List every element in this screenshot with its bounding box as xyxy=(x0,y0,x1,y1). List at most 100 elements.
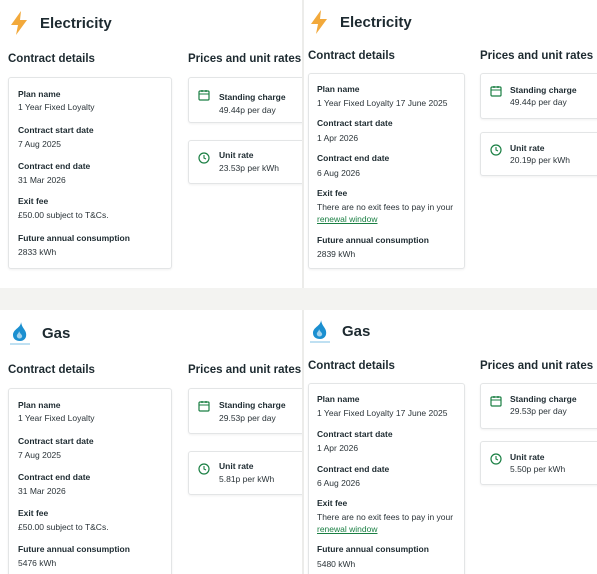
exit-fee-label: Exit fee xyxy=(18,508,49,518)
contract-end-label: Contract end date xyxy=(18,472,91,482)
standing-charge-card: Standing charge 29.53p per day xyxy=(480,383,597,429)
contract-end-label: Contract end date xyxy=(317,464,390,474)
contract-start-label: Contract start date xyxy=(18,436,94,446)
contract-end-value: 6 Aug 2026 xyxy=(317,478,361,488)
section-title: Electricity xyxy=(340,13,412,31)
contract-start-label: Contract start date xyxy=(317,429,393,439)
section-title: Gas xyxy=(42,324,71,342)
plan-name-value: 1 Year Fixed Loyalty 17 June 2025 xyxy=(317,408,448,418)
prices-heading: Prices and unit rates xyxy=(188,53,302,65)
renewal-contract-column: Electricity Contract details Prices and … xyxy=(304,0,597,574)
clock-icon xyxy=(198,463,210,475)
calendar-icon xyxy=(198,401,210,412)
plan-name-label: Plan name xyxy=(317,84,360,94)
consumption-value: 2839 kWh xyxy=(317,249,356,259)
exit-fee-label: Exit fee xyxy=(317,498,348,508)
standing-charge-card: Standing charge 49.44p per day xyxy=(188,77,302,123)
renewal-window-link[interactable]: renewal window xyxy=(317,214,377,224)
standing-charge-value: 29.53p per day xyxy=(219,413,276,423)
unit-rate-label: Unit rate xyxy=(219,461,254,471)
section-title: Electricity xyxy=(40,14,112,32)
contract-details-heading: Contract details xyxy=(308,360,395,372)
standing-charge-label: Standing charge xyxy=(510,85,577,95)
contract-details-card: Plan name 1 Year Fixed Loyalty 17 June 2… xyxy=(308,383,465,574)
clock-icon xyxy=(490,453,502,465)
contract-start-value: 1 Apr 2026 xyxy=(317,443,359,453)
standing-charge-value: 49.44p per day xyxy=(219,105,276,115)
lightning-bolt-icon xyxy=(11,11,27,35)
unit-rate-value: 20.19p per kWh xyxy=(510,155,571,165)
current-contract-column: Electricity Contract details Prices and … xyxy=(0,0,302,574)
standing-charge-value: 29.53p per day xyxy=(510,406,567,416)
consumption-value: 5476 kWh xyxy=(18,558,57,568)
plan-name-value: 1 Year Fixed Loyalty 17 June 2025 xyxy=(317,98,448,108)
clock-icon xyxy=(490,144,502,156)
unit-rate-value: 23.53p per kWh xyxy=(219,163,280,173)
contract-details-heading: Contract details xyxy=(8,364,95,376)
contract-start-value: 7 Aug 2025 xyxy=(18,450,62,460)
standing-charge-label: Standing charge xyxy=(219,92,286,102)
gas-flame-icon xyxy=(10,322,30,345)
standing-charge-card: Standing charge 49.44p per day xyxy=(480,73,597,119)
unit-rate-label: Unit rate xyxy=(510,143,545,153)
exit-fee-label: Exit fee xyxy=(18,196,49,206)
standing-charge-card: Standing charge 29.53p per day xyxy=(188,388,302,434)
exit-fee-label: Exit fee xyxy=(317,188,348,198)
standing-charge-label: Standing charge xyxy=(219,400,286,410)
clock-icon xyxy=(198,152,210,164)
plan-name-label: Plan name xyxy=(317,394,360,404)
standing-charge-label: Standing charge xyxy=(510,394,577,404)
electricity-header: Electricity xyxy=(8,10,112,36)
consumption-label: Future annual consumption xyxy=(317,544,429,554)
unit-rate-value: 5.81p per kWh xyxy=(219,474,275,484)
contract-start-label: Contract start date xyxy=(18,125,94,135)
standing-charge-value: 49.44p per day xyxy=(510,97,567,107)
consumption-label: Future annual consumption xyxy=(18,544,130,554)
prices-heading: Prices and unit rates xyxy=(188,364,302,376)
contract-end-value: 31 Mar 2026 xyxy=(18,175,66,185)
contract-details-card: Plan name 1 Year Fixed Loyalty Contract … xyxy=(8,77,172,269)
gas-header: Gas xyxy=(8,320,70,346)
unit-rate-card: Unit rate 5.81p per kWh xyxy=(188,451,302,495)
prices-heading: Prices and unit rates xyxy=(480,360,594,372)
consumption-value: 5480 kWh xyxy=(317,559,356,569)
exit-fee-value: £50.00 subject to T&Cs. xyxy=(18,210,109,220)
unit-rate-card: Unit rate 5.50p per kWh xyxy=(480,441,597,485)
exit-fee-value: £50.00 subject to T&Cs. xyxy=(18,522,109,532)
contract-start-label: Contract start date xyxy=(317,118,393,128)
unit-rate-card: Unit rate 20.19p per kWh xyxy=(480,132,597,176)
electricity-header: Electricity xyxy=(308,9,412,35)
unit-rate-card: Unit rate 23.53p per kWh xyxy=(188,140,302,184)
gas-header: Gas xyxy=(308,318,370,344)
consumption-label: Future annual consumption xyxy=(18,233,130,243)
plan-name-value: 1 Year Fixed Loyalty xyxy=(18,413,95,423)
calendar-icon xyxy=(490,396,502,407)
calendar-icon xyxy=(490,86,502,97)
exit-fee-value: There are no exit fees to pay in your xyxy=(317,512,454,522)
contract-details-heading: Contract details xyxy=(8,53,95,65)
lightning-bolt-icon xyxy=(311,10,327,34)
contract-end-label: Contract end date xyxy=(18,161,91,171)
renewal-window-link[interactable]: renewal window xyxy=(317,524,377,534)
section-separator xyxy=(0,288,597,310)
unit-rate-value: 5.50p per kWh xyxy=(510,464,566,474)
contract-details-card: Plan name 1 Year Fixed Loyalty Contract … xyxy=(8,388,172,574)
unit-rate-label: Unit rate xyxy=(219,150,254,160)
plan-name-value: 1 Year Fixed Loyalty xyxy=(18,102,95,112)
calendar-icon xyxy=(198,90,210,101)
contract-end-value: 31 Mar 2026 xyxy=(18,486,66,496)
contract-start-value: 1 Apr 2026 xyxy=(317,133,359,143)
prices-heading: Prices and unit rates xyxy=(480,50,594,62)
contract-details-heading: Contract details xyxy=(308,50,395,62)
consumption-label: Future annual consumption xyxy=(317,235,429,245)
gas-flame-icon xyxy=(310,320,330,343)
plan-name-label: Plan name xyxy=(18,89,61,99)
contract-start-value: 7 Aug 2025 xyxy=(18,139,62,149)
unit-rate-label: Unit rate xyxy=(510,452,545,462)
section-title: Gas xyxy=(342,322,371,340)
contract-end-label: Contract end date xyxy=(317,153,390,163)
consumption-value: 2833 kWh xyxy=(18,247,57,257)
plan-name-label: Plan name xyxy=(18,400,61,410)
exit-fee-value: There are no exit fees to pay in your xyxy=(317,202,454,212)
contract-details-card: Plan name 1 Year Fixed Loyalty 17 June 2… xyxy=(308,73,465,269)
